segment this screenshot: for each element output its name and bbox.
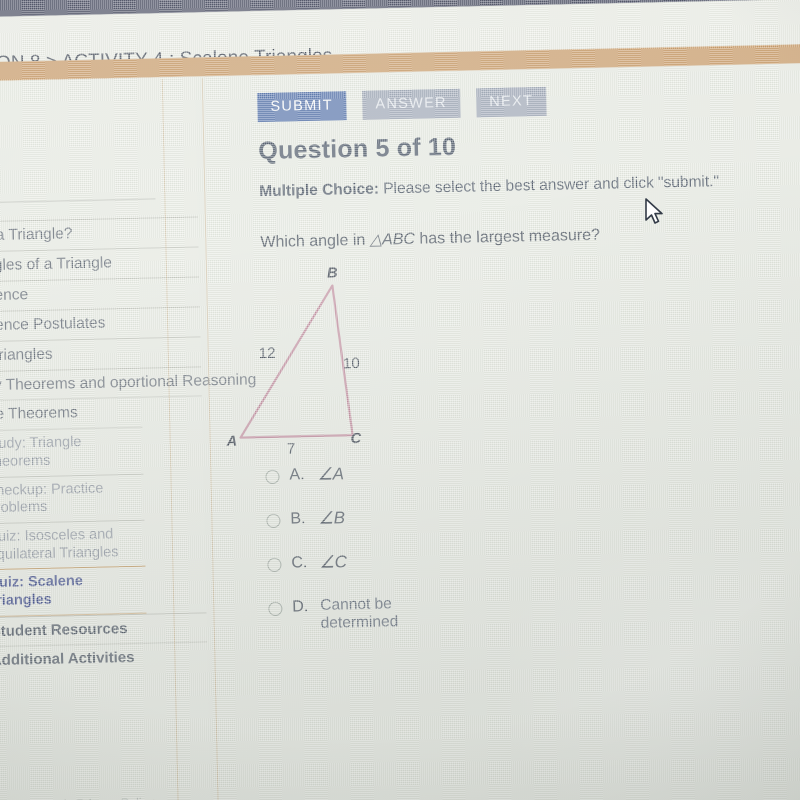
triangle-shape <box>239 284 354 439</box>
option-letter: C. <box>291 554 308 572</box>
sidebar-item[interactable]: angle Theorems <box>0 395 203 431</box>
vertex-label-b: B <box>326 265 338 282</box>
option-letter: B. <box>290 510 306 528</box>
screen-photo: SSON 8 > ACTIVITY 4 : Scalene Triangles … <box>0 0 800 800</box>
sidebar-item-label: ilarity Theorems and oportional Reasonin… <box>0 370 257 394</box>
instruction-body: Please select the best answer and click … <box>378 173 720 198</box>
question-panel: SUBMIT ANSWER NEXT Question 5 of 10 Mult… <box>215 62 800 800</box>
course-sidebar: s at Is a Triangle?e Angles of a Triangl… <box>0 76 256 800</box>
sidebar-item-label: ngruence <box>0 285 29 305</box>
sidebar-item-label: at Is a Triangle? <box>0 225 73 244</box>
option-text: ∠B <box>318 508 346 528</box>
side-length-ab: 12 <box>258 344 276 363</box>
option-letter: A. <box>289 466 305 484</box>
radio-button-icon[interactable] <box>268 601 283 617</box>
instruction-text: Multiple Choice: Please select the best … <box>259 173 719 201</box>
sidebar-item-label: Checkup: Practice Problems <box>0 480 104 517</box>
next-button[interactable]: NEXT <box>476 86 547 118</box>
option-text: ∠C <box>319 552 348 572</box>
prompt-prefix: Which angle in <box>260 231 370 252</box>
sidebar-item-label: e Angles of a Triangle <box>0 254 113 275</box>
sidebar-item-label: B: Additional Activities <box>0 649 135 670</box>
prompt-triangle-notation: △ABC <box>369 230 416 249</box>
radio-button-icon[interactable] <box>267 557 282 573</box>
vertex-label-a: A <box>226 433 238 450</box>
answer-button[interactable]: ANSWER <box>362 88 461 120</box>
answer-option[interactable]: A. ∠A <box>265 464 344 511</box>
side-length-ac: 7 <box>286 440 296 458</box>
answer-option[interactable]: D. Cannot be determined <box>268 595 398 643</box>
sidebar-item-list: at Is a Triangle? e Angles of a Triangle n… <box>0 216 256 676</box>
mouse-cursor-icon <box>645 198 667 233</box>
question-prompt: Which angle in △ABC has the largest meas… <box>260 225 600 252</box>
sidebar-item-label: Quiz: Scalene Triangles <box>0 573 83 610</box>
sidebar-item-label: Study: Triangle Theorems <box>0 434 82 471</box>
sidebar-item-label: A: Student Resources <box>0 619 128 640</box>
sidebar-item-label: ngruence Postulates <box>0 314 106 335</box>
answer-options: A. ∠A B. ∠B C. ∠C D. Cannot be determined <box>265 464 398 643</box>
sidebar-item-label: Quiz: Isosceles and Equilateral Triangle… <box>0 526 119 563</box>
option-letter: D. <box>292 598 309 616</box>
sidebar-item[interactable]: B: Additional Activities <box>0 641 208 676</box>
answer-option[interactable]: C. ∠C <box>267 552 347 599</box>
side-length-bc: 10 <box>342 354 360 373</box>
sidebar-item[interactable]: Study: Triangle Theorems <box>0 427 144 478</box>
page-title: Question 5 of 10 <box>258 132 457 166</box>
vertex-label-c: C <box>350 430 362 448</box>
browser-screen: SSON 8 > ACTIVITY 4 : Scalene Triangles … <box>0 0 800 800</box>
privacy-policy-link[interactable]: Privacy Policy <box>76 796 154 800</box>
radio-button-icon[interactable] <box>265 469 280 485</box>
radio-button-icon[interactable] <box>266 513 281 529</box>
submit-button[interactable]: SUBMIT <box>257 91 347 123</box>
option-text: Cannot be determined <box>320 595 399 632</box>
sidebar-item[interactable]: Checkup: Practice Problems <box>0 473 145 524</box>
sidebar-item-label: ilar Triangles <box>0 345 53 364</box>
instruction-label: Multiple Choice: <box>259 180 380 201</box>
sidebar-item[interactable]: Quiz: Scalene Triangles <box>0 566 147 618</box>
action-button-row: SUBMIT ANSWER NEXT <box>257 86 558 123</box>
sidebar-top-rule <box>0 198 156 204</box>
triangle-figure: B A C 12 10 7 <box>219 261 453 466</box>
triangle-svg <box>239 284 354 439</box>
sidebar-item-label: angle Theorems <box>0 404 78 424</box>
sidebar-item[interactable]: Quiz: Isosceles and Equilateral Triangle… <box>0 519 146 571</box>
option-text: ∠A <box>317 464 345 484</box>
prompt-suffix: has the largest measure? <box>414 226 601 248</box>
answer-option[interactable]: B. ∠B <box>266 508 345 555</box>
